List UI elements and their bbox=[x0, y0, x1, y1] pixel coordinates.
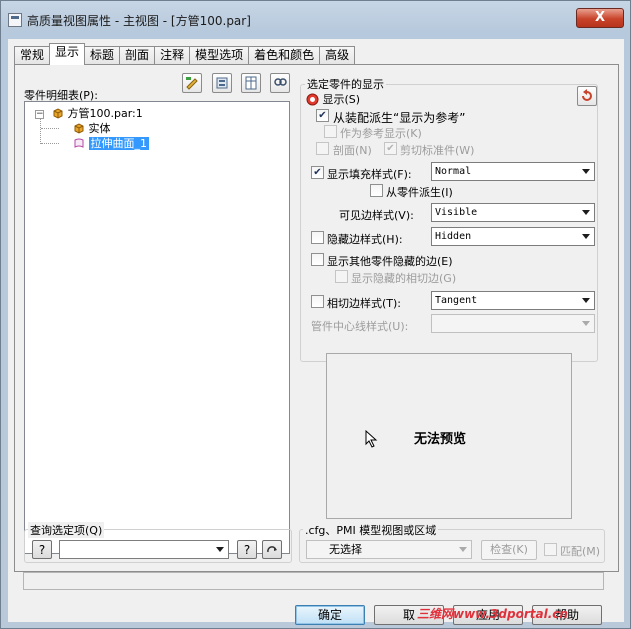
chevron-down-icon bbox=[582, 234, 590, 239]
fill-style-value: Normal bbox=[435, 166, 472, 177]
query-go-button[interactable] bbox=[262, 540, 282, 559]
title-bar[interactable]: 高质量视图属性 - 主视图 - [方管100.par] X bbox=[1, 1, 630, 39]
tree-item-part[interactable]: 方管100.par:1 bbox=[52, 106, 143, 121]
tab-strip: 常规 显示 标题 剖面 注释 模型选项 着色和颜色 高级 bbox=[14, 43, 356, 65]
query-group-title: 查询选定项(Q) bbox=[28, 522, 105, 538]
preview-panel: 无法预览 bbox=[326, 353, 572, 519]
fill-style-label: 显示填充样式(F): bbox=[327, 168, 412, 181]
display-status-icon bbox=[306, 93, 319, 106]
fill-style-checkbox[interactable]: ✔ bbox=[311, 166, 324, 179]
chevron-down-icon bbox=[216, 547, 224, 552]
visible-edge-value: Visible bbox=[435, 207, 478, 218]
tab-general[interactable]: 常规 bbox=[14, 46, 51, 65]
pipe-centerline-label: 管件中心线样式(U): bbox=[311, 320, 409, 333]
fill-style-combo[interactable]: Normal bbox=[431, 162, 595, 181]
tangent-edge-label: 相切边样式(T): bbox=[327, 297, 402, 310]
clip-standard-label: 剪切标准件(W) bbox=[400, 144, 475, 157]
preview-message: 无法预览 bbox=[414, 432, 467, 447]
show-hidden-tangent-label: 显示隐藏的相切边(G) bbox=[351, 272, 457, 285]
from-part-checkbox[interactable] bbox=[370, 184, 383, 197]
as-reference-checkbox[interactable] bbox=[324, 125, 337, 138]
tree-item-surface-label: 拉伸曲面_1 bbox=[88, 137, 149, 150]
assembly-icon[interactable] bbox=[212, 73, 232, 93]
chevron-down-icon bbox=[582, 210, 590, 215]
watermark-text: 三维网www.3dportal.cn bbox=[417, 607, 568, 621]
tab-display[interactable]: 显示 bbox=[49, 43, 86, 65]
pipe-centerline-combo[interactable] bbox=[431, 314, 595, 333]
tab-shading-color[interactable]: 着色和颜色 bbox=[248, 46, 321, 65]
window-title: 高质量视图属性 - 主视图 - [方管100.par] bbox=[27, 14, 251, 28]
dialog-client: 常规 显示 标题 剖面 注释 模型选项 着色和颜色 高级 零件明细表(P): −… bbox=[8, 39, 624, 625]
section-checkbox[interactable] bbox=[316, 142, 329, 155]
tree-item-surface[interactable]: 拉伸曲面_1 bbox=[73, 136, 149, 151]
hidden-edge-value: Hidden bbox=[435, 231, 472, 242]
tree-item-part-label: 方管100.par:1 bbox=[67, 107, 143, 120]
query-help-button[interactable]: ? bbox=[237, 540, 257, 559]
tree-item-solid[interactable]: 实体 bbox=[73, 121, 111, 136]
match-label: 匹配(M) bbox=[560, 545, 601, 558]
tab-title[interactable]: 标题 bbox=[84, 46, 121, 65]
from-part-label: 从零件派生(I) bbox=[386, 186, 453, 199]
parts-tree[interactable]: − 方管100.par:1 实体 拉伸曲面_1 bbox=[24, 101, 290, 554]
question-icon: ? bbox=[38, 543, 46, 557]
query-help-left-button[interactable]: ? bbox=[32, 540, 52, 559]
tab-advanced[interactable]: 高级 bbox=[319, 46, 356, 65]
chevron-down-icon bbox=[459, 547, 467, 552]
hidden-edge-label: 隐藏边样式(H): bbox=[327, 233, 403, 246]
surface-icon bbox=[74, 138, 84, 148]
close-button[interactable]: X bbox=[576, 8, 624, 28]
edit-icon[interactable] bbox=[182, 73, 202, 93]
chevron-down-icon bbox=[582, 298, 590, 303]
reset-icon[interactable] bbox=[577, 86, 597, 106]
show-other-hidden-checkbox[interactable] bbox=[311, 253, 324, 266]
hidden-edge-checkbox[interactable] bbox=[311, 231, 324, 244]
chevron-down-icon bbox=[582, 321, 590, 326]
query-combo[interactable] bbox=[59, 540, 229, 559]
tab-model-options[interactable]: 模型选项 bbox=[189, 46, 250, 65]
check-button[interactable]: 检查(K) bbox=[481, 540, 537, 560]
clip-standard-checkbox[interactable]: ✔ bbox=[384, 142, 397, 155]
tab-annotation[interactable]: 注释 bbox=[154, 46, 191, 65]
arrow-return-icon bbox=[267, 546, 277, 553]
section-label: 剖面(N) bbox=[333, 144, 372, 157]
cfg-value: 无选择 bbox=[329, 543, 362, 556]
visible-edge-label: 可见边样式(V): bbox=[339, 209, 414, 222]
hidden-edge-combo[interactable]: Hidden bbox=[431, 227, 595, 246]
solid-cube-icon bbox=[74, 123, 84, 134]
selected-display-title: 选定零件的显示 bbox=[305, 76, 386, 92]
tab-section[interactable]: 剖面 bbox=[119, 46, 156, 65]
derive-reference-label: 从装配派生“显示为参考” bbox=[333, 111, 466, 125]
as-reference-label: 作为参考显示(K) bbox=[340, 127, 422, 140]
find-icon[interactable] bbox=[270, 73, 290, 93]
cfg-combo[interactable]: 无选择 bbox=[306, 540, 472, 559]
tangent-edge-value: Tangent bbox=[435, 295, 478, 306]
window-icon bbox=[8, 13, 22, 27]
columns-icon[interactable] bbox=[241, 73, 261, 93]
show-hidden-tangent-checkbox[interactable] bbox=[335, 270, 348, 283]
cfg-group-title: .cfg、PMI 模型视图或区域 bbox=[303, 522, 439, 538]
tangent-edge-combo[interactable]: Tangent bbox=[431, 291, 595, 310]
tree-item-solid-label: 实体 bbox=[88, 122, 111, 135]
status-bar bbox=[23, 572, 604, 590]
display-tab-panel: 零件明细表(P): − 方管100.par:1 实体 拉伸曲面_1 选定零件的显… bbox=[14, 64, 619, 572]
question-icon: ? bbox=[243, 543, 251, 557]
chevron-down-icon bbox=[582, 169, 590, 174]
mouse-cursor-icon bbox=[365, 430, 378, 448]
ok-button[interactable]: 确定 bbox=[295, 605, 365, 625]
visible-edge-combo[interactable]: Visible bbox=[431, 203, 595, 222]
match-checkbox[interactable] bbox=[544, 543, 557, 556]
tangent-edge-checkbox[interactable] bbox=[311, 295, 324, 308]
display-label: 显示(S) bbox=[322, 93, 361, 106]
part-cube-icon bbox=[53, 108, 63, 119]
dialog-window: 高质量视图属性 - 主视图 - [方管100.par] X 常规 显示 标题 剖… bbox=[0, 0, 631, 629]
show-other-hidden-label: 显示其他零件隐藏的边(E) bbox=[327, 255, 453, 268]
collapse-expander[interactable]: − bbox=[35, 110, 44, 119]
display-row[interactable]: 显示(S) bbox=[306, 91, 360, 107]
derive-reference-checkbox[interactable]: ✔ bbox=[316, 109, 329, 122]
